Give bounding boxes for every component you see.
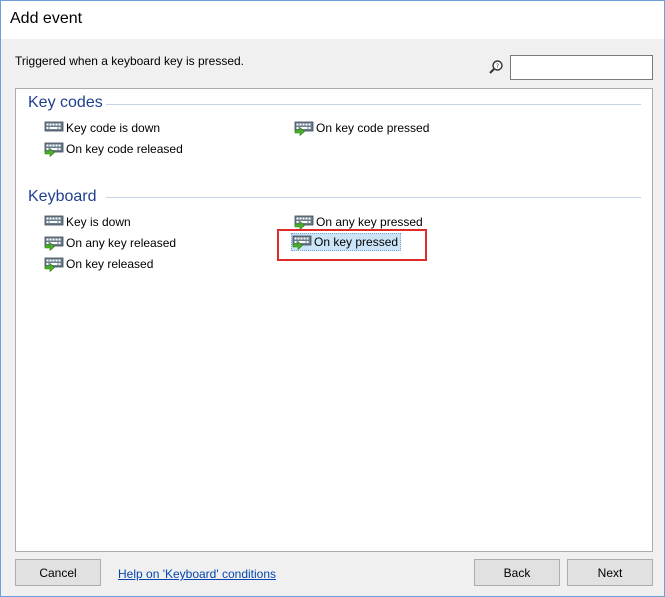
back-button[interactable]: Back xyxy=(474,559,560,586)
event-label: On any key pressed xyxy=(316,215,423,229)
keyboard-icon xyxy=(44,215,64,226)
group-header-keyboard: Keyboard xyxy=(28,188,97,205)
event-on-key-released[interactable]: On key released xyxy=(44,255,155,273)
event-list: Key codes Key code is down On key code p… xyxy=(15,88,653,552)
dialog-title: Add event xyxy=(10,10,83,27)
help-link[interactable]: Help on 'Keyboard' conditions xyxy=(118,567,276,581)
search-icon: ? xyxy=(489,60,503,74)
keyboard-trigger-icon xyxy=(44,141,64,157)
group-header-key-codes: Key codes xyxy=(28,94,103,111)
keyboard-trigger-icon xyxy=(294,214,314,230)
event-label: On key released xyxy=(66,257,154,271)
next-button[interactable]: Next xyxy=(567,559,653,586)
group-divider xyxy=(106,104,641,105)
event-label: On any key released xyxy=(66,236,177,250)
keyboard-trigger-icon xyxy=(294,120,314,136)
event-on-any-key-released[interactable]: On any key released xyxy=(44,234,178,252)
cancel-button[interactable]: Cancel xyxy=(15,559,101,586)
title-bar: Add event xyxy=(1,1,664,39)
keyboard-trigger-icon xyxy=(44,235,64,251)
event-label: Key is down xyxy=(66,215,131,229)
event-label: Key code is down xyxy=(66,121,161,135)
svg-text:?: ? xyxy=(496,63,499,70)
event-on-key-code-released[interactable]: On key code released xyxy=(44,140,185,158)
event-label: On key code released xyxy=(66,142,183,156)
search-input[interactable] xyxy=(510,55,653,80)
event-key-code-is-down[interactable]: Key code is down xyxy=(44,119,162,137)
event-key-is-down[interactable]: Key is down xyxy=(44,213,133,231)
add-event-dialog: Add event Triggered when a keyboard key … xyxy=(0,0,665,597)
condition-description: Triggered when a keyboard key is pressed… xyxy=(15,54,245,68)
event-label: On key code pressed xyxy=(316,121,430,135)
selection-highlight-annotation xyxy=(277,229,427,261)
group-divider xyxy=(106,197,641,198)
keyboard-icon xyxy=(44,121,64,132)
keyboard-trigger-icon xyxy=(44,256,64,272)
event-on-key-code-pressed[interactable]: On key code pressed xyxy=(294,119,431,137)
